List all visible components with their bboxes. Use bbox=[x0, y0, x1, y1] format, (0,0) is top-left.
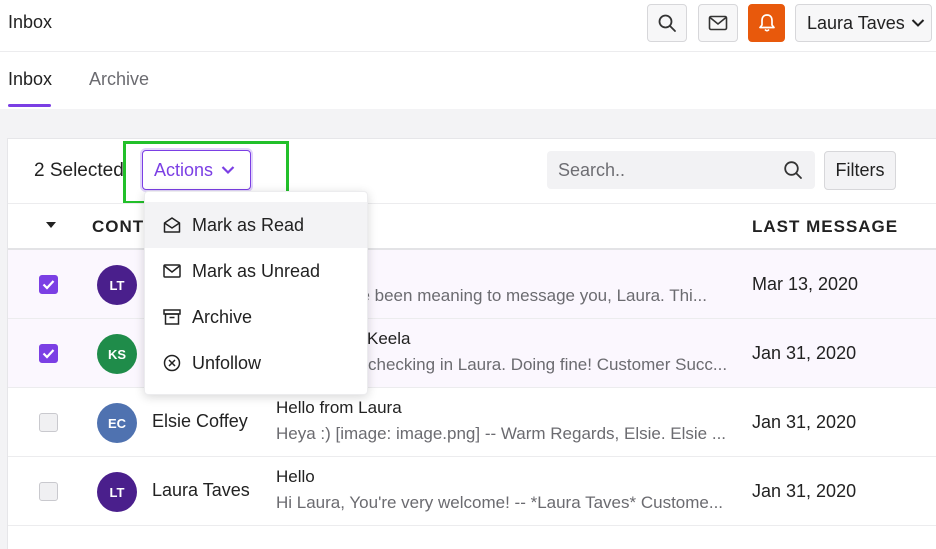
message-preview: I've been meaning to message you, Laura.… bbox=[344, 286, 707, 305]
message-subject: Keela bbox=[367, 329, 411, 348]
tab-inbox[interactable]: Inbox bbox=[8, 69, 52, 90]
bell-icon bbox=[758, 14, 775, 32]
chevron-down-icon bbox=[911, 19, 924, 27]
envelope-open-icon bbox=[162, 215, 182, 235]
selected-count: 2 Selected bbox=[34, 160, 124, 181]
active-tab-indicator bbox=[8, 104, 51, 107]
menu-item-unfollow[interactable]: Unfollow bbox=[145, 340, 367, 386]
search-button[interactable] bbox=[647, 4, 687, 42]
message-date: Jan 31, 2020 bbox=[752, 412, 857, 432]
search-icon[interactable] bbox=[783, 160, 803, 180]
search-input[interactable] bbox=[547, 151, 815, 189]
row-checkbox[interactable] bbox=[39, 482, 58, 501]
column-header-contact[interactable]: CONT bbox=[92, 217, 144, 237]
envelope-icon bbox=[162, 261, 182, 281]
message-date: Jan 31, 2020 bbox=[752, 343, 857, 363]
x-circle-icon bbox=[162, 353, 182, 373]
checkmark-icon bbox=[42, 349, 55, 359]
notifications-button[interactable] bbox=[748, 4, 785, 42]
envelope-icon bbox=[708, 15, 728, 31]
menu-item-label: Mark as Unread bbox=[192, 260, 321, 281]
page-title: Inbox bbox=[8, 12, 53, 32]
avatar: LT bbox=[97, 265, 137, 305]
table-row[interactable]: EC Elsie Coffey Hello from Laura Heya :)… bbox=[8, 388, 936, 457]
message-subject: Hello bbox=[276, 467, 315, 486]
message-subject: Hello from Laura bbox=[276, 398, 402, 417]
user-menu-button[interactable]: Laura Taves bbox=[795, 4, 932, 42]
mail-button[interactable] bbox=[698, 4, 738, 42]
tab-archive[interactable]: Archive bbox=[89, 69, 149, 90]
contact-name: Elsie Coffey bbox=[152, 411, 248, 431]
menu-item-archive[interactable]: Archive bbox=[145, 294, 367, 340]
avatar: KS bbox=[97, 334, 137, 374]
user-name: Laura Taves bbox=[807, 12, 905, 33]
row-checkbox[interactable] bbox=[39, 344, 58, 363]
search-icon bbox=[658, 14, 676, 32]
message-preview: Hi Laura, You're very welcome! -- *Laura… bbox=[276, 493, 724, 512]
column-header-last-message[interactable]: LAST MESSAGE bbox=[752, 217, 898, 237]
actions-button[interactable]: Actions bbox=[142, 150, 251, 190]
row-checkbox[interactable] bbox=[39, 413, 58, 432]
checkmark-icon bbox=[42, 280, 55, 290]
menu-item-mark-as-unread[interactable]: Mark as Unread bbox=[145, 248, 367, 294]
avatar: EC bbox=[97, 403, 137, 443]
actions-label: Actions bbox=[154, 159, 214, 180]
caret-down-icon[interactable] bbox=[45, 221, 57, 229]
row-checkbox[interactable] bbox=[39, 275, 58, 294]
message-date: Jan 31, 2020 bbox=[752, 481, 857, 501]
tab-bar: Inbox Archive bbox=[0, 52, 936, 109]
filters-button[interactable]: Filters bbox=[824, 151, 896, 190]
actions-dropdown-menu: Mark as Read Mark as Unread Archive Unfo… bbox=[144, 191, 368, 395]
message-date: Mar 13, 2020 bbox=[752, 274, 859, 294]
chevron-down-icon bbox=[221, 166, 235, 175]
message-preview: checking in Laura. Doing fine! Customer … bbox=[368, 355, 728, 374]
menu-item-label: Unfollow bbox=[192, 352, 262, 373]
menu-item-label: Archive bbox=[192, 306, 253, 327]
message-preview: Heya :) [image: image.png] -- Warm Regar… bbox=[276, 424, 727, 443]
menu-item-label: Mark as Read bbox=[192, 214, 305, 235]
table-row[interactable]: LT Laura Taves Hello Hi Laura, You're ve… bbox=[8, 457, 936, 526]
top-bar: Inbox Laura Taves bbox=[0, 0, 936, 52]
avatar: LT bbox=[97, 472, 137, 512]
contact-name: Laura Taves bbox=[152, 480, 250, 500]
archive-box-icon bbox=[162, 307, 182, 327]
menu-item-mark-as-read[interactable]: Mark as Read bbox=[145, 202, 367, 248]
